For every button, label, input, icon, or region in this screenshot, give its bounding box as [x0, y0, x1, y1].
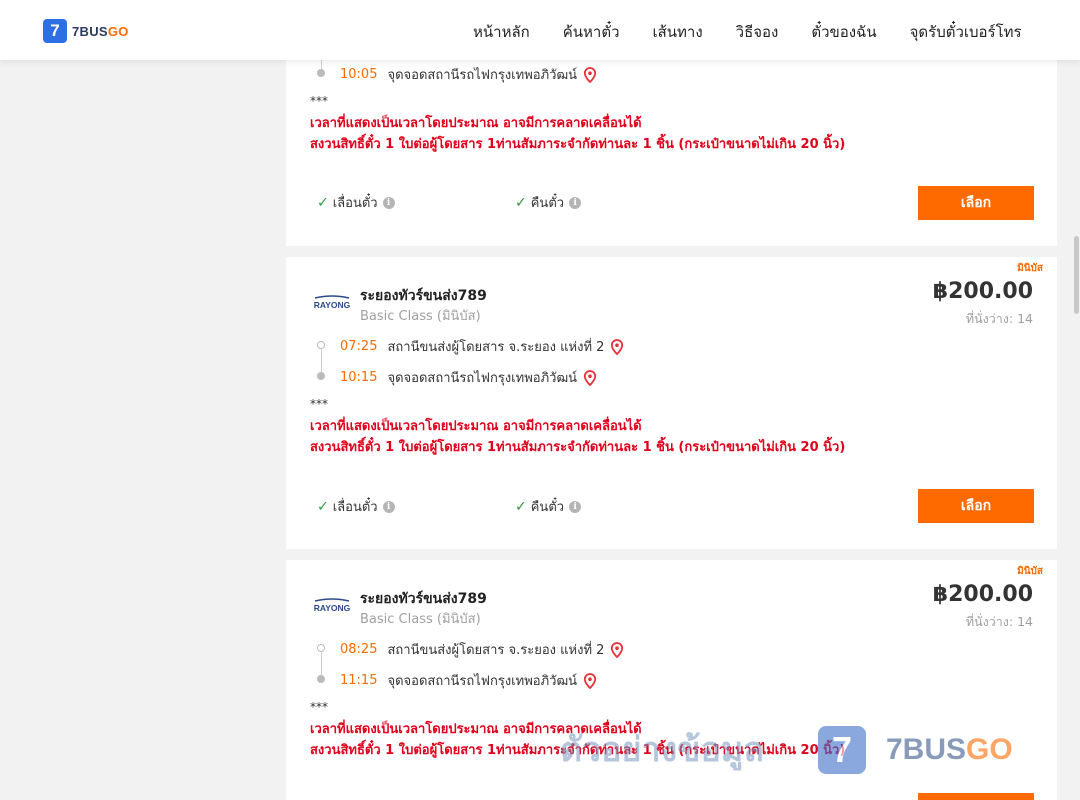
- nav-ticket-pickup-points[interactable]: จุดรับตั๋วเบอร์โทร: [910, 20, 1022, 44]
- policy-change: ✓ เลื่อนตั๋ว i: [317, 496, 395, 517]
- ticket-price: ฿200.00: [932, 582, 1033, 607]
- check-icon: ✓: [515, 194, 527, 211]
- operator-name: ระยองทัวร์ขนส่ง789: [360, 288, 487, 304]
- bus-class: Basic Class (มินิบัส): [360, 309, 481, 324]
- check-icon: ✓: [317, 194, 329, 211]
- logo-text-main: 7BUS: [72, 23, 108, 39]
- select-button[interactable]: เลือก: [918, 793, 1034, 800]
- location-pin-icon[interactable]: [610, 641, 624, 658]
- policy-refund-label: คืนตั๋ว: [530, 500, 565, 515]
- arrival-place: จุดจอดสถานีรถไฟกรุงเทพอภิวัฒน์: [387, 674, 578, 689]
- nav-search-tickets[interactable]: ค้นหาตั๋ว: [563, 20, 620, 44]
- timeline-start-dot: [317, 341, 325, 349]
- operator-logo: RAYONG: [314, 598, 351, 613]
- notice-baggage: สงวนสิทธิ์ตั๋ว 1 ใบต่อผู้โดยสาร 1ท่านสัม…: [310, 137, 846, 152]
- location-pin-icon[interactable]: [610, 338, 624, 355]
- departure-time: 08:25: [340, 642, 378, 657]
- policy-refund-label: คืนตั๋ว: [530, 196, 565, 211]
- main-nav: หน้าหลัก ค้นหาตั๋ว เส้นทาง วิธีจอง ตั๋วข…: [473, 20, 1022, 44]
- trip-card: 10:05 จุดจอดสถานีรถไฟกรุงเทพอภิวัฒน์ ***…: [286, 40, 1057, 246]
- scrollbar-thumb[interactable]: [1074, 236, 1079, 314]
- notice-asterisks: ***: [310, 397, 328, 411]
- operator-logo: RAYONG: [314, 295, 351, 310]
- bus-type-badge: มินิบัส: [1017, 263, 1043, 274]
- nav-routes[interactable]: เส้นทาง: [653, 20, 703, 44]
- seats-available: ที่นั่งว่าง: 14: [965, 311, 1033, 326]
- notice-asterisks: ***: [310, 94, 328, 108]
- location-pin-icon[interactable]: [583, 369, 597, 386]
- trip-card: มินิบัส RAYONG ระยองทัวร์ขนส่ง789 Basic …: [286, 257, 1057, 549]
- arrival-time: 10:15: [340, 370, 378, 385]
- arrival-place: จุดจอดสถานีรถไฟกรุงเทพอภิวัฒน์: [387, 68, 578, 83]
- seats-available: ที่นั่งว่าง: 14: [965, 614, 1033, 629]
- timeline-line: [321, 349, 322, 372]
- info-icon[interactable]: i: [382, 500, 395, 513]
- timeline-line: [321, 652, 322, 675]
- policy-refund: ✓ คืนตั๋ว i: [515, 192, 582, 213]
- operator-logo-text: RAYONG: [314, 603, 351, 613]
- policy-change-label: เลื่อนตั๋ว: [332, 196, 378, 211]
- arrival-place: จุดจอดสถานีรถไฟกรุงเทพอภิวัฒน์: [387, 371, 578, 386]
- policy-change: ✓ เลื่อนตั๋ว i: [317, 192, 395, 213]
- bus-type-badge: มินิบัส: [1017, 566, 1043, 577]
- nav-home[interactable]: หน้าหลัก: [473, 20, 530, 44]
- info-icon[interactable]: i: [569, 500, 582, 513]
- top-header: 7 7BUSGO หน้าหลัก ค้นหาตั๋ว เส้นทาง วิธี…: [0, 0, 1080, 60]
- ticket-price: ฿200.00: [932, 279, 1033, 304]
- check-icon: ✓: [515, 498, 527, 515]
- timeline-end-dot: [317, 372, 325, 380]
- notice-baggage: สงวนสิทธิ์ตั๋ว 1 ใบต่อผู้โดยสาร 1ท่านสัม…: [310, 440, 846, 455]
- bus-class: Basic Class (มินิบัส): [360, 612, 481, 627]
- notice-time-approx: เวลาที่แสดงเป็นเวลาโดยประมาณ อาจมีการคลา…: [310, 116, 642, 131]
- watermark-logo-text: 7BUSGO: [886, 733, 1013, 767]
- timeline-end-dot: [317, 69, 325, 77]
- departure-place: สถานีขนส่งผู้โดยสาร จ.ระยอง แห่งที่ 2: [387, 340, 605, 355]
- watermark-logo: 7 7BUSGO: [818, 726, 1013, 774]
- watermark-logo-mark: 7: [818, 726, 866, 774]
- notice-asterisks: ***: [310, 700, 328, 714]
- check-icon: ✓: [317, 498, 329, 515]
- watermark-logo-accent: GO: [966, 733, 1013, 766]
- select-button[interactable]: เลือก: [918, 186, 1034, 220]
- logo-mark: 7: [43, 19, 67, 43]
- departure-stop: 08:25 สถานีขนส่งผู้โดยสาร จ.ระยอง แห่งที…: [340, 639, 624, 660]
- sample-data-watermark: ตัวอย่างข้อมูล: [560, 730, 765, 770]
- timeline-start-dot: [317, 644, 325, 652]
- select-button[interactable]: เลือก: [918, 489, 1034, 523]
- logo-text-accent: GO: [107, 23, 129, 39]
- arrival-time: 10:05: [340, 67, 378, 82]
- nav-my-tickets[interactable]: ตั๋วของฉัน: [811, 20, 876, 44]
- location-pin-icon[interactable]: [583, 672, 597, 689]
- arrival-stop: 10:05 จุดจอดสถานีรถไฟกรุงเทพอภิวัฒน์: [340, 64, 597, 85]
- timeline-end-dot: [317, 675, 325, 683]
- arrival-stop: 10:15 จุดจอดสถานีรถไฟกรุงเทพอภิวัฒน์: [340, 367, 597, 388]
- logo-text: 7BUSGO: [72, 24, 129, 39]
- departure-time: 07:25: [340, 339, 378, 354]
- departure-place: สถานีขนส่งผู้โดยสาร จ.ระยอง แห่งที่ 2: [387, 643, 605, 658]
- page-scrollbar[interactable]: [1072, 0, 1080, 800]
- notice-time-approx: เวลาที่แสดงเป็นเวลาโดยประมาณ อาจมีการคลา…: [310, 419, 642, 434]
- operator-logo-text: RAYONG: [314, 300, 351, 310]
- info-icon[interactable]: i: [569, 196, 582, 209]
- policy-refund: ✓ คืนตั๋ว i: [515, 496, 582, 517]
- info-icon[interactable]: i: [382, 196, 395, 209]
- departure-stop: 07:25 สถานีขนส่งผู้โดยสาร จ.ระยอง แห่งที…: [340, 336, 624, 357]
- nav-how-to-book[interactable]: วิธีจอง: [736, 20, 779, 44]
- watermark-logo-main: 7BUS: [886, 733, 967, 766]
- operator-name: ระยองทัวร์ขนส่ง789: [360, 591, 487, 607]
- arrival-time: 11:15: [340, 673, 378, 688]
- site-logo[interactable]: 7 7BUSGO: [43, 19, 129, 43]
- policy-change-label: เลื่อนตั๋ว: [332, 500, 378, 515]
- arrival-stop: 11:15 จุดจอดสถานีรถไฟกรุงเทพอภิวัฒน์: [340, 670, 597, 691]
- location-pin-icon[interactable]: [583, 66, 597, 83]
